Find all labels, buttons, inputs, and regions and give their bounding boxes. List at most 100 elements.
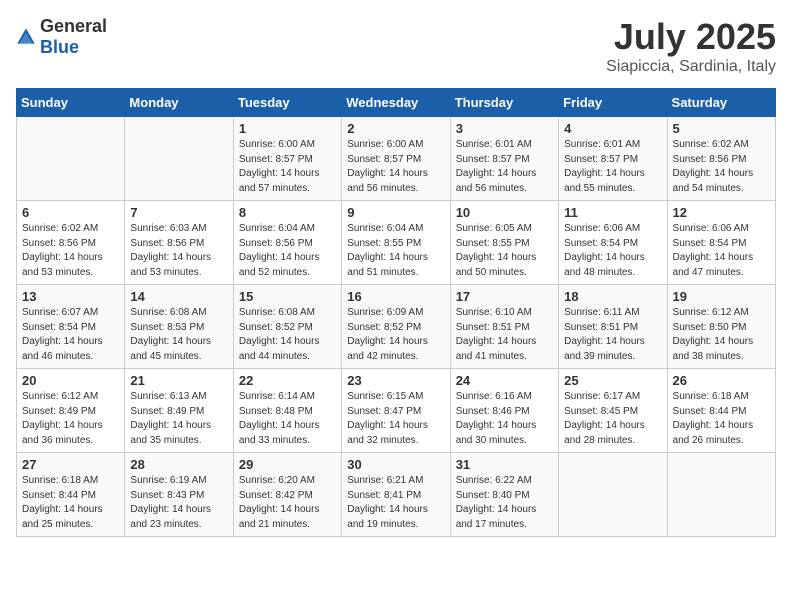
- calendar-body: 1Sunrise: 6:00 AMSunset: 8:57 PMDaylight…: [17, 117, 776, 537]
- cell-info: Sunrise: 6:14 AMSunset: 8:48 PMDaylight:…: [239, 390, 336, 448]
- day-number: 25: [564, 373, 661, 388]
- cell-info: Sunrise: 6:03 AMSunset: 8:56 PMDaylight:…: [130, 222, 227, 280]
- calendar-cell: 24 Sunrise: 6:16 AMSunset: 8:46 PMDayligh…: [450, 369, 558, 453]
- cell-info: Sunrise: 6:02 AMSunset: 8:56 PMDaylight:…: [673, 138, 770, 196]
- weekday-header-sunday: Sunday: [17, 89, 125, 117]
- day-number: 16: [347, 289, 444, 304]
- cell-info: Sunrise: 6:17 AMSunset: 8:45 PMDaylight:…: [564, 390, 661, 448]
- cell-info: Sunrise: 6:06 AMSunset: 8:54 PMDaylight:…: [673, 222, 770, 280]
- day-number: 19: [673, 289, 770, 304]
- calendar-cell: [667, 453, 775, 537]
- cell-info: Sunrise: 6:04 AMSunset: 8:56 PMDaylight:…: [239, 222, 336, 280]
- day-number: 29: [239, 457, 336, 472]
- calendar-cell: 31Sunrise: 6:22 AMSunset: 8:40 PMDayligh…: [450, 453, 558, 537]
- cell-info: Sunrise: 6:15 AMSunset: 8:47 PMDaylight:…: [347, 390, 444, 448]
- calendar-cell: [125, 117, 233, 201]
- cell-info: Sunrise: 6:01 AMSunset: 8:57 PMDaylight:…: [456, 138, 553, 196]
- day-number: 6: [22, 205, 119, 220]
- cell-info: Sunrise: 6:12 AMSunset: 8:50 PMDaylight:…: [673, 306, 770, 364]
- calendar-cell: 16 Sunrise: 6:09 AMSunset: 8:52 PMDayligh…: [342, 285, 450, 369]
- day-number: 2: [347, 121, 444, 136]
- logo-blue-text: Blue: [40, 37, 79, 57]
- cell-info: Sunrise: 6:00 AMSunset: 8:57 PMDaylight:…: [347, 138, 444, 196]
- calendar-cell: 14 Sunrise: 6:08 AMSunset: 8:53 PMDayligh…: [125, 285, 233, 369]
- calendar-cell: 20Sunrise: 6:12 AMSunset: 8:49 PMDayligh…: [17, 369, 125, 453]
- calendar-table: SundayMondayTuesdayWednesdayThursdayFrid…: [16, 88, 776, 537]
- cell-info: Sunrise: 6:11 AMSunset: 8:51 PMDaylight:…: [564, 306, 661, 364]
- cell-info: Sunrise: 6:01 AMSunset: 8:57 PMDaylight:…: [564, 138, 661, 196]
- cell-info: Sunrise: 6:20 AMSunset: 8:42 PMDaylight:…: [239, 474, 336, 532]
- day-number: 11: [564, 205, 661, 220]
- page-header: General Blue July 2025 Siapiccia, Sardin…: [16, 16, 776, 76]
- day-number: 23: [347, 373, 444, 388]
- calendar-cell: 12Sunrise: 6:06 AMSunset: 8:54 PMDayligh…: [667, 201, 775, 285]
- location-title: Siapiccia, Sardinia, Italy: [606, 58, 776, 76]
- day-number: 14: [130, 289, 227, 304]
- cell-info: Sunrise: 6:13 AMSunset: 8:49 PMDaylight:…: [130, 390, 227, 448]
- weekday-header-friday: Friday: [559, 89, 667, 117]
- calendar-cell: 3 Sunrise: 6:01 AMSunset: 8:57 PMDaylight…: [450, 117, 558, 201]
- day-number: 10: [456, 205, 553, 220]
- logo-icon: [16, 27, 36, 47]
- cell-info: Sunrise: 6:09 AMSunset: 8:52 PMDaylight:…: [347, 306, 444, 364]
- day-number: 15: [239, 289, 336, 304]
- month-title: July 2025: [606, 16, 776, 58]
- calendar-cell: 9Sunrise: 6:04 AMSunset: 8:55 PMDaylight…: [342, 201, 450, 285]
- calendar-cell: 13Sunrise: 6:07 AMSunset: 8:54 PMDayligh…: [17, 285, 125, 369]
- day-number: 17: [456, 289, 553, 304]
- calendar-cell: 28 Sunrise: 6:19 AMSunset: 8:43 PMDayligh…: [125, 453, 233, 537]
- calendar-cell: 5 Sunrise: 6:02 AMSunset: 8:56 PMDaylight…: [667, 117, 775, 201]
- calendar-cell: 29 Sunrise: 6:20 AMSunset: 8:42 PMDayligh…: [233, 453, 341, 537]
- cell-info: Sunrise: 6:16 AMSunset: 8:46 PMDaylight:…: [456, 390, 553, 448]
- calendar-cell: 6 Sunrise: 6:02 AMSunset: 8:56 PMDaylight…: [17, 201, 125, 285]
- weekday-header-tuesday: Tuesday: [233, 89, 341, 117]
- calendar-cell: 8 Sunrise: 6:04 AMSunset: 8:56 PMDaylight…: [233, 201, 341, 285]
- calendar-week-2: 6 Sunrise: 6:02 AMSunset: 8:56 PMDaylight…: [17, 201, 776, 285]
- weekday-header-thursday: Thursday: [450, 89, 558, 117]
- calendar-cell: 27Sunrise: 6:18 AMSunset: 8:44 PMDayligh…: [17, 453, 125, 537]
- cell-info: Sunrise: 6:19 AMSunset: 8:43 PMDaylight:…: [130, 474, 227, 532]
- calendar-cell: 22 Sunrise: 6:14 AMSunset: 8:48 PMDayligh…: [233, 369, 341, 453]
- cell-info: Sunrise: 6:07 AMSunset: 8:54 PMDaylight:…: [22, 306, 119, 364]
- calendar-cell: 10 Sunrise: 6:05 AMSunset: 8:55 PMDayligh…: [450, 201, 558, 285]
- calendar-cell: 7 Sunrise: 6:03 AMSunset: 8:56 PMDaylight…: [125, 201, 233, 285]
- cell-info: Sunrise: 6:00 AMSunset: 8:57 PMDaylight:…: [239, 138, 336, 196]
- calendar-cell: 15 Sunrise: 6:08 AMSunset: 8:52 PMDayligh…: [233, 285, 341, 369]
- cell-info: Sunrise: 6:12 AMSunset: 8:49 PMDaylight:…: [22, 390, 119, 448]
- calendar-cell: 26 Sunrise: 6:18 AMSunset: 8:44 PMDayligh…: [667, 369, 775, 453]
- day-number: 4: [564, 121, 661, 136]
- cell-info: Sunrise: 6:02 AMSunset: 8:56 PMDaylight:…: [22, 222, 119, 280]
- cell-info: Sunrise: 6:08 AMSunset: 8:53 PMDaylight:…: [130, 306, 227, 364]
- cell-info: Sunrise: 6:10 AMSunset: 8:51 PMDaylight:…: [456, 306, 553, 364]
- calendar-cell: [17, 117, 125, 201]
- cell-info: Sunrise: 6:08 AMSunset: 8:52 PMDaylight:…: [239, 306, 336, 364]
- day-number: 8: [239, 205, 336, 220]
- weekday-header-wednesday: Wednesday: [342, 89, 450, 117]
- day-number: 26: [673, 373, 770, 388]
- day-number: 24: [456, 373, 553, 388]
- calendar-cell: 1Sunrise: 6:00 AMSunset: 8:57 PMDaylight…: [233, 117, 341, 201]
- weekday-header-monday: Monday: [125, 89, 233, 117]
- day-number: 22: [239, 373, 336, 388]
- calendar-cell: 17 Sunrise: 6:10 AMSunset: 8:51 PMDayligh…: [450, 285, 558, 369]
- cell-info: Sunrise: 6:18 AMSunset: 8:44 PMDaylight:…: [22, 474, 119, 532]
- cell-info: Sunrise: 6:05 AMSunset: 8:55 PMDaylight:…: [456, 222, 553, 280]
- cell-info: Sunrise: 6:06 AMSunset: 8:54 PMDaylight:…: [564, 222, 661, 280]
- logo: General Blue: [16, 16, 107, 58]
- cell-info: Sunrise: 6:18 AMSunset: 8:44 PMDaylight:…: [673, 390, 770, 448]
- day-number: 3: [456, 121, 553, 136]
- calendar-week-5: 27Sunrise: 6:18 AMSunset: 8:44 PMDayligh…: [17, 453, 776, 537]
- cell-info: Sunrise: 6:21 AMSunset: 8:41 PMDaylight:…: [347, 474, 444, 532]
- cell-info: Sunrise: 6:04 AMSunset: 8:55 PMDaylight:…: [347, 222, 444, 280]
- day-number: 18: [564, 289, 661, 304]
- day-number: 5: [673, 121, 770, 136]
- calendar-week-3: 13Sunrise: 6:07 AMSunset: 8:54 PMDayligh…: [17, 285, 776, 369]
- title-block: July 2025 Siapiccia, Sardinia, Italy: [606, 16, 776, 76]
- logo-general-text: General: [40, 16, 107, 36]
- calendar-cell: 25 Sunrise: 6:17 AMSunset: 8:45 PMDayligh…: [559, 369, 667, 453]
- day-number: 28: [130, 457, 227, 472]
- day-number: 7: [130, 205, 227, 220]
- calendar-cell: 2 Sunrise: 6:00 AMSunset: 8:57 PMDaylight…: [342, 117, 450, 201]
- calendar-week-1: 1Sunrise: 6:00 AMSunset: 8:57 PMDaylight…: [17, 117, 776, 201]
- weekday-header-row: SundayMondayTuesdayWednesdayThursdayFrid…: [17, 89, 776, 117]
